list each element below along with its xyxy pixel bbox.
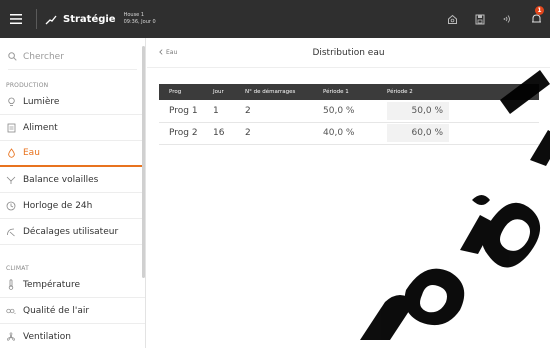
sidebar-item-label: Horloge de 24h [23, 200, 93, 211]
starts-cell: 2 [245, 128, 251, 138]
sidebar-item-label: Ventilation [23, 331, 71, 342]
water-drop-icon [6, 148, 16, 158]
main-header: Eau Distribution eau [147, 38, 550, 68]
sidebar-scrollbar[interactable] [142, 46, 145, 278]
section-label-climat: CLIMAT [6, 265, 29, 272]
sidebar: Chercher PRODUCTION Lumière Aliment Eau … [0, 38, 146, 348]
column-header: Prog [169, 89, 182, 95]
prog-cell: Prog 2 [169, 128, 198, 138]
sidebar-item-label: Eau [23, 148, 40, 158]
sidebar-item-label: Lumière [23, 96, 60, 107]
column-header: Période 1 [323, 89, 349, 95]
app-title: Stratégie [63, 13, 116, 25]
period2-cell[interactable]: 50,0 % [377, 100, 539, 122]
sidebar-item-decalages[interactable]: Décalages utilisateur [0, 219, 145, 245]
sidebar-item-balance[interactable]: Balance volailles [0, 167, 145, 193]
scale-icon [6, 175, 16, 185]
sidebar-item-label: Température [23, 279, 81, 290]
sidebar-item-lumiere[interactable]: Lumière [0, 89, 145, 115]
bulb-icon [6, 97, 16, 107]
house-info[interactable]: House 1 09:36, Jour 0 [124, 12, 156, 26]
hamburger-menu-icon[interactable] [0, 0, 32, 38]
app-title-group: Stratégie [45, 10, 116, 29]
column-header: Jour [213, 89, 224, 95]
table-row[interactable]: Prog 1 1 2 50,0 % 50,0 % [159, 100, 539, 122]
period2-value[interactable]: 60,0 % [387, 124, 449, 142]
period1-cell: 40,0 % [323, 128, 355, 138]
search-icon [8, 52, 17, 61]
section-label-production: PRODUCTION [6, 82, 49, 89]
sidebar-item-label: Aliment [23, 122, 58, 133]
top-bar: Stratégie House 1 09:36, Jour 0 1 [0, 0, 550, 38]
table-header-row: Prog Jour N° de démarrages Période 1 Pér… [159, 84, 539, 100]
feeder-icon [6, 123, 16, 133]
sidebar-item-label: Balance volailles [23, 174, 99, 185]
day-cell: 16 [213, 128, 225, 138]
starts-cell: 2 [245, 105, 251, 116]
page-title: Distribution eau [312, 47, 385, 58]
sidebar-item-eau[interactable]: Eau [0, 141, 145, 167]
sidebar-item-qualite-air[interactable]: Qualité de l'air [0, 298, 145, 324]
signal-icon[interactable] [494, 0, 522, 38]
house-name: House 1 [123, 12, 145, 18]
column-header: N° de démarrages [245, 89, 296, 95]
prog-cell: Prog 1 [169, 105, 198, 116]
home-icon[interactable] [438, 0, 466, 38]
search-placeholder: Chercher [23, 51, 64, 62]
sidebar-item-horloge[interactable]: Horloge de 24h [0, 193, 145, 219]
shift-icon [6, 227, 16, 237]
period2-value[interactable]: 50,0 % [387, 101, 449, 120]
distribution-table: Prog Jour N° de démarrages Période 1 Pér… [159, 84, 539, 145]
house-time: 09:36, Jour 0 [123, 19, 156, 25]
co2-icon [6, 306, 16, 316]
sidebar-item-label: Qualité de l'air [23, 305, 90, 316]
thermometer-icon [6, 279, 16, 290]
table-row[interactable]: Prog 2 16 2 40,0 % 60,0 % [159, 122, 539, 144]
notification-badge: 1 [535, 6, 544, 15]
column-header: Période 2 [387, 89, 413, 95]
sidebar-item-temperature[interactable]: Température [0, 272, 145, 298]
save-icon[interactable] [466, 0, 494, 38]
sidebar-item-ventilation[interactable]: Ventilation [0, 324, 145, 348]
sidebar-item-aliment[interactable]: Aliment [0, 115, 145, 141]
clock-icon [6, 201, 16, 211]
period2-cell[interactable]: 60,0 % [377, 122, 539, 144]
sidebar-item-label: Décalages utilisateur [23, 226, 119, 237]
fan-icon [6, 331, 16, 342]
search-field[interactable]: Chercher [8, 44, 137, 70]
strategy-icon [45, 10, 57, 29]
bell-icon[interactable]: 1 [522, 0, 550, 38]
divider [36, 9, 37, 29]
period1-cell: 50,0 % [323, 105, 355, 116]
day-cell: 1 [213, 105, 219, 116]
main-panel: Eau Distribution eau Prog Jour N° de dém… [147, 38, 550, 348]
